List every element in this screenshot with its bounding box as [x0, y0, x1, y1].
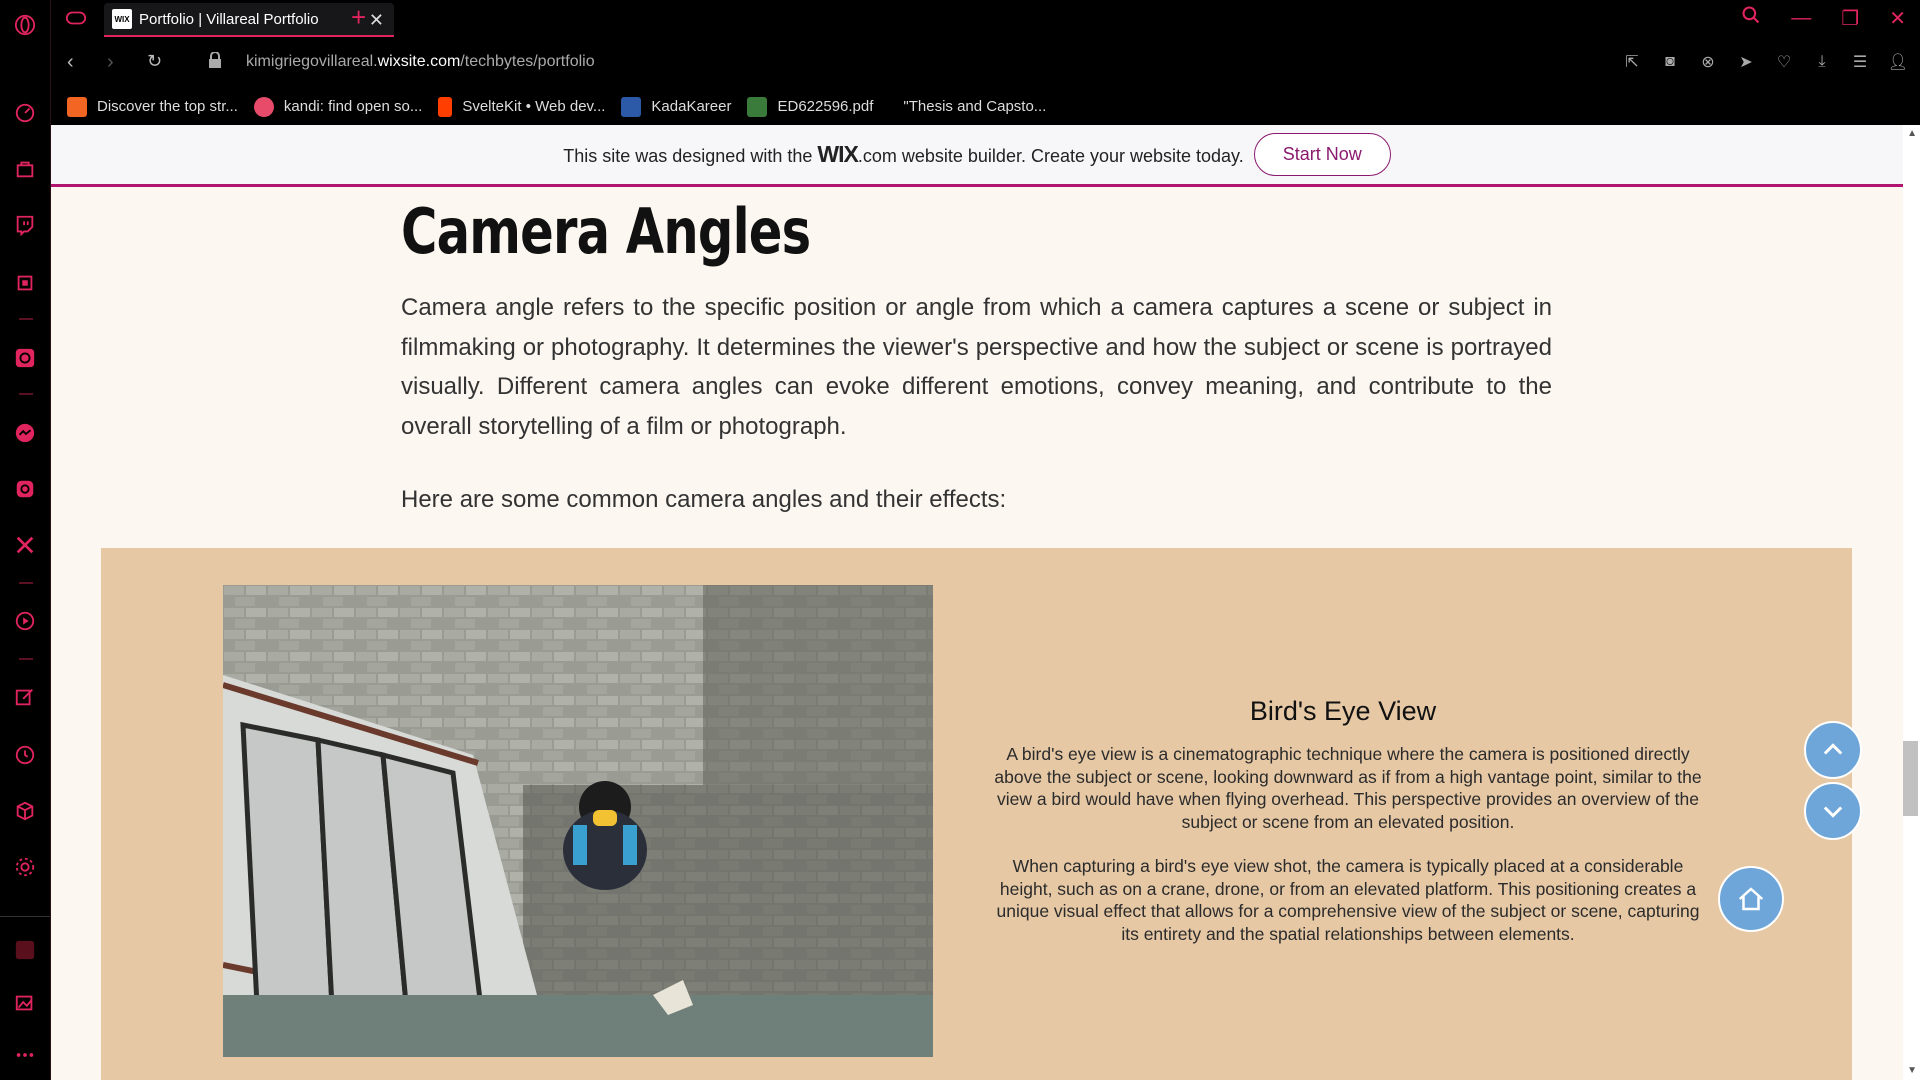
url-domain: wixsite.com [377, 53, 461, 70]
player-icon[interactable] [12, 608, 38, 634]
bookmark-label: kandi: find open so... [283, 98, 423, 115]
snapshot-camera-icon[interactable]: ◙ [1660, 52, 1680, 72]
wix-banner-text: This site was designed with the WIX.com … [563, 141, 1244, 168]
svelte-icon [438, 96, 453, 117]
card-paragraph-1: A bird's eye view is a cinematographic t… [994, 744, 1702, 832]
profile-icon[interactable]: 👤︎ [1888, 52, 1908, 72]
url-field[interactable]: kimigriegovillareal.wixsite.com/techbyte… [246, 53, 595, 71]
bookmark-label: SvelteKit • Web dev... [462, 98, 606, 115]
web-page: This site was designed with the WIX.com … [51, 125, 1903, 1080]
angle-card: Bird's Eye View A bird's eye view is a c… [101, 548, 1852, 1080]
speed-dial-icon[interactable] [12, 100, 38, 126]
restore-icon[interactable]: ❐ [1841, 6, 1859, 31]
url-path: /techbytes/portfolio [460, 53, 595, 70]
chevron-down-icon [1823, 806, 1843, 818]
lock-icon [208, 51, 222, 73]
tab-bar: WIX Portfolio | Villareal Portfolio ✕ + … [51, 0, 1920, 39]
card-title: Bird's Eye View [1249, 696, 1437, 726]
send-icon[interactable]: ➤ [1736, 52, 1756, 72]
download-icon[interactable]: ⤓ [1812, 52, 1832, 72]
scroll-arrow-down-icon[interactable]: ▼ [1907, 1065, 1917, 1076]
more-dots-icon[interactable] [12, 1042, 38, 1068]
kadakareer-icon [621, 96, 642, 117]
wix-logo-suffix: .com [857, 146, 897, 166]
wix-banner-text-before: This site was designed with the [563, 146, 813, 166]
scroll-down-button[interactable] [1804, 782, 1862, 840]
home-button[interactable] [1718, 866, 1784, 932]
sidebar-separator [19, 582, 33, 584]
bookmark-item[interactable]: ED622596.pdf [747, 96, 874, 117]
adblock-icon[interactable]: ⊗ [1698, 52, 1718, 72]
new-tab-icon[interactable]: + [351, 2, 366, 33]
scroll-arrow-up-icon[interactable]: ▲ [1907, 128, 1917, 139]
window-controls: — ❐ ✕ [1741, 5, 1906, 31]
instagram-icon[interactable] [12, 476, 38, 502]
back-icon[interactable]: ‹ [67, 51, 74, 74]
kandi-icon [253, 96, 274, 117]
scroll-up-button[interactable] [1804, 721, 1862, 779]
chatgpt-icon[interactable] [12, 345, 38, 371]
bookmark-label: Discover the top str... [97, 98, 238, 115]
bookmark-label: KadaKareer [651, 98, 732, 115]
shopping-icon[interactable] [12, 156, 38, 182]
bookmark-label: ED622596.pdf [777, 98, 874, 115]
sidebar-separator [19, 318, 33, 320]
wix-banner: This site was designed with the WIX.com … [51, 125, 1903, 187]
sidebar-separator [19, 658, 33, 660]
soundcloud-icon [67, 96, 87, 117]
gallery-icon[interactable] [12, 990, 38, 1016]
page-title: Camera Angles [401, 195, 811, 268]
opera-logo-icon[interactable] [12, 12, 38, 38]
reload-icon[interactable]: ↻ [147, 51, 162, 72]
address-bar-tools: ⇱ ◙ ⊗ ➤ ♡ ⤓ ☰ 👤︎ [1622, 52, 1908, 72]
pinboard-icon[interactable] [12, 684, 38, 710]
bookmark-label: "Thesis and Capsto... [903, 98, 1047, 115]
pdf-icon [747, 96, 768, 117]
settings-gear-icon[interactable] [12, 854, 38, 880]
wix-banner-text-after: website builder. Create your website tod… [901, 146, 1244, 166]
wix-logo: WIX [817, 141, 858, 167]
url-prefix: kimigriegovillareal. [246, 53, 378, 70]
messenger-icon[interactable] [12, 420, 38, 446]
chip-icon[interactable] [12, 270, 38, 296]
minimize-icon[interactable]: — [1791, 7, 1811, 30]
scrollbar-thumb[interactable] [1903, 741, 1918, 816]
sidebar-separator [19, 393, 33, 395]
wix-favicon: WIX [112, 9, 132, 29]
extensions-cube-icon[interactable] [12, 798, 38, 824]
browser-sidebar [0, 0, 51, 1080]
workspace-icon[interactable] [12, 937, 38, 963]
bookmark-item[interactable]: Discover the top str... [67, 96, 238, 117]
tab-title: Portfolio | Villareal Portfolio [139, 10, 319, 28]
bookmark-item[interactable]: SvelteKit • Web dev... [438, 96, 606, 117]
bookmark-item[interactable]: "Thesis and Capsto... [903, 98, 1046, 115]
address-bar: ‹ › ↻ kimigriegovillareal.wixsite.com/te… [51, 39, 1920, 88]
gamepad-icon[interactable] [65, 9, 87, 32]
start-now-button[interactable]: Start Now [1253, 133, 1391, 176]
birds-eye-photo [223, 585, 933, 1057]
heart-icon[interactable]: ♡ [1774, 52, 1794, 72]
close-tab-icon[interactable]: ✕ [369, 10, 384, 31]
history-icon[interactable] [12, 742, 38, 768]
twitch-icon[interactable] [12, 212, 38, 238]
page-scrollbar[interactable] [1903, 125, 1920, 1080]
search-icon[interactable] [1741, 5, 1761, 31]
bookmark-item[interactable]: kandi: find open so... [253, 96, 423, 117]
share-icon[interactable]: ⇱ [1622, 52, 1642, 72]
home-icon [1738, 887, 1764, 911]
section-subheading: Here are some common camera angles and t… [401, 486, 1007, 513]
sidebar-divider [0, 916, 50, 917]
easy-setup-icon[interactable]: ☰ [1850, 52, 1870, 72]
x-twitter-icon[interactable] [12, 532, 38, 558]
close-window-icon[interactable]: ✕ [1889, 6, 1906, 31]
bookmarks-bar: Discover the top str... kandi: find open… [51, 88, 1920, 125]
intro-paragraph: Camera angle refers to the specific posi… [401, 294, 1552, 440]
chevron-up-icon [1823, 743, 1843, 755]
forward-icon[interactable]: › [107, 51, 114, 74]
bookmark-item[interactable]: KadaKareer [621, 96, 732, 117]
card-paragraph-2: When capturing a bird's eye view shot, t… [996, 856, 1700, 944]
